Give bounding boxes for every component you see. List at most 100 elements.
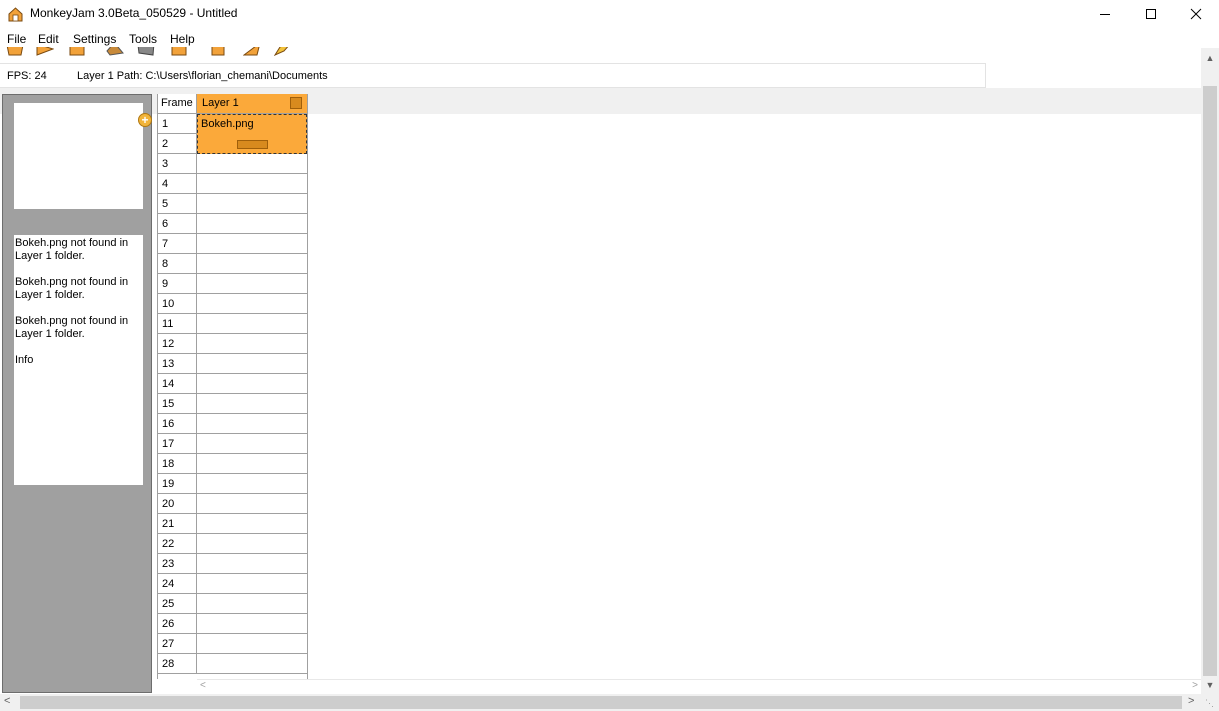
scroll-left-icon[interactable]: <	[200, 680, 206, 691]
layer-cell[interactable]	[197, 594, 307, 614]
layer-cell[interactable]	[197, 634, 307, 654]
fps-readout: FPS: 24	[7, 70, 47, 82]
frame-number: 27	[158, 634, 197, 654]
layer-cell[interactable]	[197, 174, 307, 194]
menu-help[interactable]: Help	[170, 32, 195, 46]
info-message: Bokeh.png not found in Layer 1 folder.	[15, 237, 129, 262]
vertical-scrollbar[interactable]: ▲ ▼	[1201, 48, 1219, 695]
frame-number: 20	[158, 494, 197, 514]
layer-cell[interactable]	[197, 614, 307, 634]
layer-cell[interactable]	[197, 274, 307, 294]
resize-grip-icon[interactable]: ⋱	[1205, 698, 1217, 710]
clip-block[interactable]: Bokeh.png	[197, 114, 307, 154]
layer-cell[interactable]	[197, 434, 307, 454]
window-title: MonkeyJam 3.0Beta_050529 - Untitled	[30, 6, 238, 20]
layer-cell[interactable]	[197, 554, 307, 574]
layer-cell[interactable]	[197, 394, 307, 414]
frame-number: 21	[158, 514, 197, 534]
frame-number: 15	[158, 394, 197, 414]
menu-edit[interactable]: Edit	[38, 32, 59, 46]
layer-cell[interactable]	[197, 534, 307, 554]
layer-cell[interactable]	[197, 654, 307, 674]
frame-number: 9	[158, 274, 197, 294]
clip-name: Bokeh.png	[201, 118, 254, 130]
frame-number: 8	[158, 254, 197, 274]
info-label: Info	[15, 354, 34, 366]
layer-cell[interactable]	[197, 154, 307, 174]
play-icon[interactable]	[243, 47, 261, 57]
import-icon[interactable]	[170, 47, 188, 57]
scroll-right-icon[interactable]: >	[1188, 695, 1194, 707]
preview-box: +	[14, 103, 152, 209]
frame-number: 28	[158, 654, 197, 674]
scroll-up-icon[interactable]: ▲	[1205, 53, 1215, 63]
layer-cell[interactable]	[197, 334, 307, 354]
menu-bar: File Edit Settings Tools Help	[0, 29, 1200, 49]
frame-number: 11	[158, 314, 197, 334]
layer-cell[interactable]	[197, 474, 307, 494]
layer-cell[interactable]	[197, 454, 307, 474]
camera-icon[interactable]	[137, 47, 155, 57]
new-file-icon[interactable]	[6, 47, 24, 57]
frame-number: 25	[158, 594, 197, 614]
timesheet-horizontal-scrollbar[interactable]: < >	[197, 679, 1201, 693]
frame-number: 14	[158, 374, 197, 394]
save-file-icon[interactable]	[68, 47, 86, 57]
layer-cell[interactable]	[197, 194, 307, 214]
frame-number: 1	[158, 114, 197, 134]
close-button[interactable]	[1173, 0, 1219, 28]
left-panel: + Bokeh.png not found in Layer 1 folder.…	[2, 94, 152, 693]
menu-tools[interactable]: Tools	[129, 32, 157, 46]
timesheet-header-strip	[152, 94, 1201, 114]
close-icon	[1190, 8, 1202, 20]
status-bar: FPS: 24 Layer 1 Path: C:\Users\florian_c…	[0, 63, 986, 88]
info-log: Bokeh.png not found in Layer 1 folder. B…	[14, 235, 143, 485]
layer-header[interactable]: Layer 1	[197, 94, 307, 114]
add-icon[interactable]: +	[138, 113, 152, 127]
maximize-button[interactable]	[1128, 0, 1174, 28]
layer-cell[interactable]	[197, 514, 307, 534]
frame-number: 23	[158, 554, 197, 574]
layer-cell[interactable]	[197, 254, 307, 274]
open-file-icon[interactable]	[36, 47, 54, 57]
clip-drag-handle[interactable]	[237, 140, 268, 149]
brush-icon[interactable]	[274, 47, 292, 57]
layer-cell[interactable]	[197, 374, 307, 394]
layer-toggle-button[interactable]	[290, 97, 302, 109]
menu-settings[interactable]: Settings	[73, 32, 116, 46]
export-icon[interactable]	[209, 47, 227, 57]
frame-number: 17	[158, 434, 197, 454]
layer-cell[interactable]	[197, 234, 307, 254]
layer-column[interactable]: Layer 1 Bokeh.png	[197, 94, 308, 679]
layer-cell[interactable]	[197, 494, 307, 514]
frame-number: 6	[158, 214, 197, 234]
title-bar: MonkeyJam 3.0Beta_050529 - Untitled	[0, 0, 1219, 28]
vertical-scroll-thumb[interactable]	[1203, 86, 1217, 676]
layer-name: Layer 1	[202, 97, 239, 109]
layer-cell[interactable]	[197, 354, 307, 374]
layer-path-readout: Layer 1 Path: C:\Users\florian_chemani\D…	[77, 70, 328, 82]
frame-column: Frame 1 2 3 4 5 6 7 8 9 10 11 12 13 14 15 16 17 18 19 20 21 2…	[157, 94, 197, 679]
layer-cell[interactable]	[197, 574, 307, 594]
frame-number: 18	[158, 454, 197, 474]
frame-number: 22	[158, 534, 197, 554]
layer-cell[interactable]	[197, 294, 307, 314]
frame-number: 12	[158, 334, 197, 354]
frame-number: 4	[158, 174, 197, 194]
scroll-left-icon[interactable]: <	[4, 695, 10, 707]
menu-file[interactable]: File	[7, 32, 26, 46]
scroll-right-icon[interactable]: >	[1192, 680, 1198, 691]
frame-number: 26	[158, 614, 197, 634]
info-message: Bokeh.png not found in Layer 1 folder.	[15, 276, 129, 301]
capture-icon[interactable]	[106, 47, 124, 57]
layer-cell[interactable]	[197, 214, 307, 234]
info-message: Bokeh.png not found in Layer 1 folder.	[15, 315, 129, 340]
window-horizontal-scrollbar[interactable]: < >	[0, 694, 1219, 711]
layer-cell[interactable]	[197, 314, 307, 334]
layer-cell[interactable]	[197, 414, 307, 434]
minimize-icon	[1100, 14, 1110, 15]
minimize-button[interactable]	[1082, 0, 1128, 28]
maximize-icon	[1146, 9, 1156, 19]
horizontal-scroll-thumb[interactable]	[20, 696, 1182, 709]
scroll-down-icon[interactable]: ▼	[1205, 680, 1215, 690]
